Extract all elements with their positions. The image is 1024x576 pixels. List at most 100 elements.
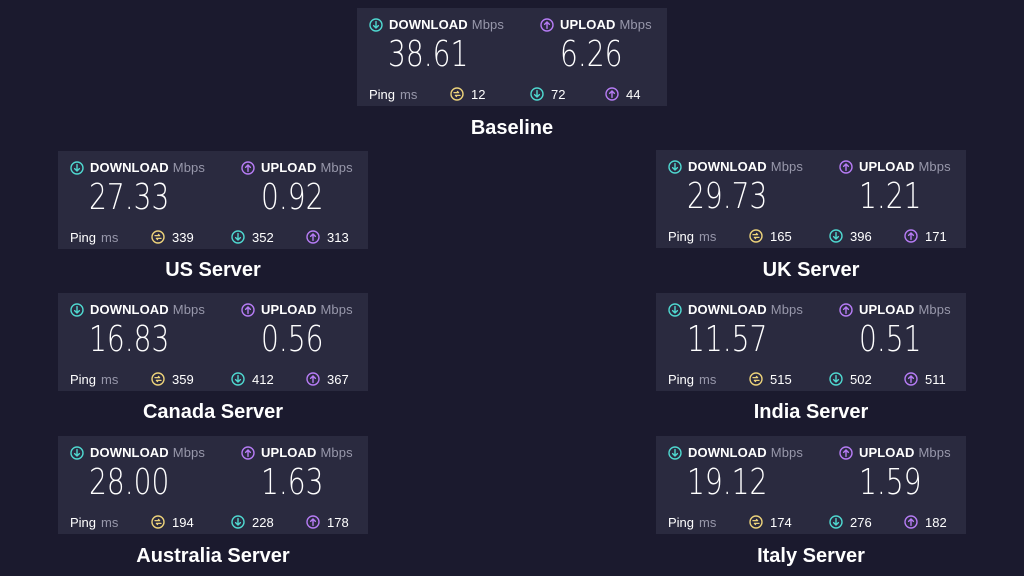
download-unit: Mbps <box>172 160 205 175</box>
ping-row: Ping ms 165 396 171 <box>668 228 954 244</box>
ping-download: 72 <box>530 87 565 102</box>
upload-value: 1.59 <box>859 462 922 503</box>
speedtest-card-italy: DOWNLOAD Mbps UPLOAD Mbps 19.12 1.59 Pin… <box>656 436 966 534</box>
ping-idle-value: 515 <box>770 371 792 387</box>
caption-canada: Canada Server <box>142 401 284 423</box>
ping-download-value: 228 <box>252 514 274 530</box>
speedtest-card-canada: DOWNLOAD Mbps UPLOAD Mbps 16.83 0.56 Pin… <box>58 293 368 391</box>
ping-label: Ping <box>369 86 396 102</box>
ping-idle: 165 <box>749 229 792 244</box>
arrow-up-circle-icon <box>241 446 255 460</box>
arrow-up-circle-icon <box>605 87 619 101</box>
ping-upload-value: 313 <box>327 229 349 245</box>
ping-idle: 515 <box>749 372 792 387</box>
speedtest-card-us: DOWNLOAD Mbps UPLOAD Mbps 27.33 0.92 Pin… <box>58 151 368 249</box>
upload-value: 0.92 <box>261 177 324 218</box>
ping-upload: 182 <box>904 515 947 530</box>
ping-row: Ping ms 12 72 44 <box>369 86 655 102</box>
jitter-circle-icon <box>749 372 763 386</box>
ping-unit: ms <box>699 228 717 244</box>
download-header: DOWNLOAD Mbps <box>70 445 205 460</box>
arrow-down-circle-icon <box>829 229 843 243</box>
download-value: 19.12 <box>687 462 768 503</box>
upload-unit: Mbps <box>918 445 951 460</box>
arrow-up-circle-icon <box>241 161 255 175</box>
arrow-down-circle-icon <box>369 18 383 32</box>
ping-unit: ms <box>101 229 119 245</box>
ping-idle-value: 12 <box>471 86 486 102</box>
upload-header: UPLOAD Mbps <box>241 160 353 175</box>
ping-upload-value: 178 <box>327 514 349 530</box>
upload-label: UPLOAD <box>859 302 915 317</box>
arrow-down-circle-icon <box>668 446 682 460</box>
ping-download-value: 72 <box>551 86 566 102</box>
ping-download: 276 <box>829 515 872 530</box>
ping-row: Ping ms 174 276 182 <box>668 514 954 530</box>
upload-value: 6.26 <box>560 34 623 75</box>
arrow-down-circle-icon <box>70 161 84 175</box>
upload-header: UPLOAD Mbps <box>540 17 652 32</box>
jitter-circle-icon <box>151 515 165 529</box>
arrow-down-circle-icon <box>231 515 245 529</box>
download-label: DOWNLOAD <box>90 302 169 317</box>
ping-download-value: 502 <box>850 371 872 387</box>
speedtest-card-baseline: DOWNLOAD Mbps UPLOAD Mbps 38.61 6.26 Pin… <box>357 8 667 106</box>
ping-idle-value: 359 <box>172 371 194 387</box>
download-value: 27.33 <box>89 177 170 218</box>
ping-row: Ping ms 359 412 367 <box>70 371 356 387</box>
jitter-circle-icon <box>450 87 464 101</box>
ping-unit: ms <box>699 371 717 387</box>
arrow-down-circle-icon <box>231 372 245 386</box>
upload-header: UPLOAD Mbps <box>839 302 951 317</box>
arrow-down-circle-icon <box>231 230 245 244</box>
download-unit: Mbps <box>471 17 504 32</box>
upload-value: 0.51 <box>859 319 922 360</box>
ping-unit: ms <box>101 514 119 530</box>
download-header: DOWNLOAD Mbps <box>668 302 803 317</box>
ping-upload: 313 <box>306 230 349 245</box>
speedtest-card-australia: DOWNLOAD Mbps UPLOAD Mbps 28.00 1.63 Pin… <box>58 436 368 534</box>
download-label: DOWNLOAD <box>688 445 767 460</box>
upload-label: UPLOAD <box>261 160 317 175</box>
ping-download-value: 352 <box>252 229 274 245</box>
upload-value: 1.63 <box>261 462 324 503</box>
ping-upload-value: 511 <box>925 371 946 387</box>
caption-india: India Server <box>753 401 869 423</box>
jitter-circle-icon <box>151 230 165 244</box>
upload-unit: Mbps <box>320 160 353 175</box>
arrow-down-circle-icon <box>70 446 84 460</box>
caption-australia: Australia Server <box>136 545 290 567</box>
speedtest-card-india: DOWNLOAD Mbps UPLOAD Mbps 11.57 0.51 Pin… <box>656 293 966 391</box>
ping-label: Ping <box>70 229 97 245</box>
ping-idle-value: 174 <box>770 514 792 530</box>
download-header: DOWNLOAD Mbps <box>70 302 205 317</box>
ping-unit: ms <box>699 514 717 530</box>
caption-italy: Italy Server <box>757 545 865 567</box>
download-unit: Mbps <box>770 159 803 174</box>
upload-header: UPLOAD Mbps <box>241 445 353 460</box>
ping-upload-value: 367 <box>327 371 349 387</box>
upload-unit: Mbps <box>918 302 951 317</box>
download-label: DOWNLOAD <box>688 302 767 317</box>
ping-idle-value: 165 <box>770 228 792 244</box>
ping-row: Ping ms 194 228 178 <box>70 514 356 530</box>
upload-label: UPLOAD <box>859 159 915 174</box>
ping-download-value: 396 <box>850 228 872 244</box>
download-unit: Mbps <box>172 302 205 317</box>
download-header: DOWNLOAD Mbps <box>668 445 803 460</box>
upload-header: UPLOAD Mbps <box>839 159 951 174</box>
ping-upload: 178 <box>306 515 349 530</box>
download-header: DOWNLOAD Mbps <box>369 17 504 32</box>
ping-label: Ping <box>668 514 695 530</box>
caption-baseline: Baseline <box>470 117 554 139</box>
ping-row: Ping ms 515 502 511 <box>668 371 954 387</box>
upload-label: UPLOAD <box>261 445 317 460</box>
arrow-up-circle-icon <box>540 18 554 32</box>
download-unit: Mbps <box>172 445 205 460</box>
download-label: DOWNLOAD <box>688 159 767 174</box>
ping-upload: 367 <box>306 372 349 387</box>
ping-upload-value: 44 <box>626 86 641 102</box>
download-label: DOWNLOAD <box>90 445 169 460</box>
arrow-up-circle-icon <box>904 372 918 386</box>
caption-us: US Server <box>165 259 261 281</box>
